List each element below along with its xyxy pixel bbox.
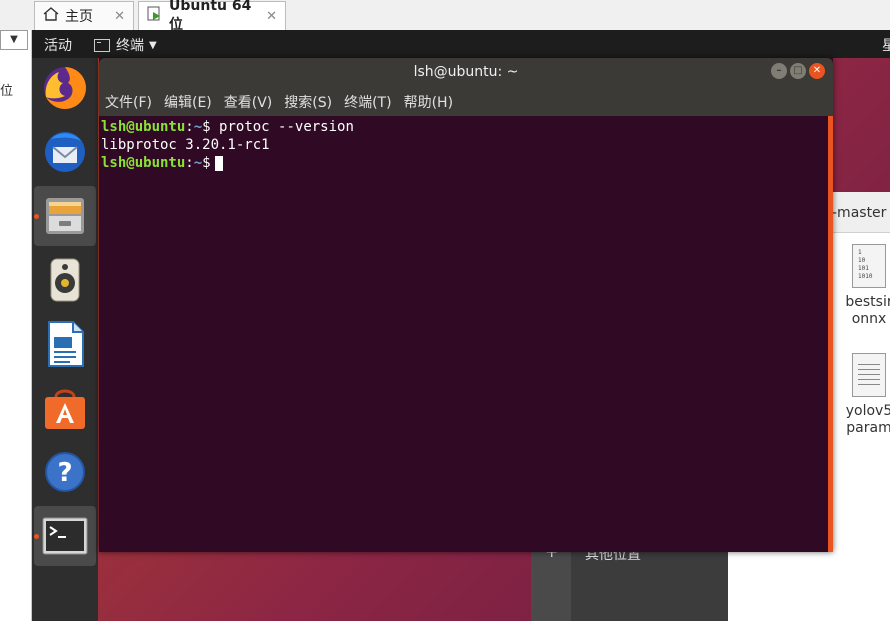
terminal-output[interactable]: lsh@ubuntu:~$ protoc --version libprotoc… [101, 118, 829, 550]
terminal-line: libprotoc 3.20.1-rc1 [101, 137, 270, 153]
dock-item-thunderbird[interactable] [34, 121, 96, 181]
host-left-panel: ▼ 位 [0, 30, 32, 621]
firefox-icon [44, 67, 86, 109]
chevron-down-icon: ▼ [149, 39, 157, 51]
terminal-scrollbar[interactable] [828, 116, 833, 552]
command-text: protoc --version [210, 119, 354, 135]
activities-button[interactable]: 活动 [44, 35, 72, 55]
chevron-down-icon[interactable]: ▼ [0, 30, 28, 50]
binary-file-icon: 1 10 101 1010 [852, 244, 886, 288]
menu-file[interactable]: 文件(F) [105, 88, 152, 116]
ubuntu-top-bar: 活动 终端 ▼ 星 [32, 30, 890, 58]
terminal-line: lsh@ubuntu:~$ protoc --version [101, 118, 829, 136]
running-indicator [34, 534, 39, 539]
file-item[interactable]: 1 10 101 1010 bestsir onnx [844, 244, 890, 328]
menu-view[interactable]: 查看(V) [224, 88, 273, 116]
svg-text:?: ? [57, 458, 72, 488]
bin-line: 1 [858, 249, 862, 256]
home-icon [43, 7, 59, 25]
prompt-symbol: $ [202, 119, 211, 135]
terminal-title: lsh@ubuntu: ~ [413, 64, 519, 80]
close-icon[interactable]: ✕ [809, 63, 825, 79]
vm-play-icon [147, 6, 163, 26]
help-icon: ? [45, 452, 85, 492]
dock-item-firefox[interactable] [34, 58, 96, 118]
prompt-symbol: $ [202, 155, 211, 171]
dock-item-files[interactable] [34, 186, 96, 246]
prompt-path: ~ [193, 155, 203, 171]
terminal-window[interactable]: lsh@ubuntu: ~ – □ ✕ 文件(F) 编辑(E) 查看(V) 搜索… [99, 58, 833, 552]
terminal-icon [42, 517, 88, 555]
running-indicator [34, 214, 39, 219]
bin-line: 1010 [858, 273, 873, 280]
clock-fragment[interactable]: 星 [882, 35, 890, 55]
window-controls: – □ ✕ [771, 63, 825, 79]
rhythmbox-icon [50, 258, 80, 302]
prompt-path: ~ [193, 119, 203, 135]
menu-search[interactable]: 搜索(S) [284, 88, 332, 116]
folder-title-fragment: -master [832, 205, 887, 221]
prompt-colon: : [185, 119, 194, 135]
dock-item-help[interactable]: ? [34, 442, 96, 502]
menu-edit[interactable]: 编辑(E) [164, 88, 212, 116]
file-item[interactable]: yolov5 param [844, 353, 890, 437]
terminal-titlebar[interactable]: lsh@ubuntu: ~ – □ ✕ [99, 58, 833, 88]
host-tab-ubuntu-label: Ubuntu 64 位 [169, 0, 252, 33]
host-tab-ubuntu[interactable]: Ubuntu 64 位 ✕ [138, 0, 286, 33]
close-icon[interactable]: ✕ [114, 9, 125, 24]
dock-item-writer[interactable] [34, 314, 96, 374]
terminal-menubar: 文件(F) 编辑(E) 查看(V) 搜索(S) 终端(T) 帮助(H) [99, 88, 833, 116]
dock-item-rhythmbox[interactable] [34, 250, 96, 310]
thunderbird-icon [45, 132, 85, 172]
ubuntu-dock: ? [32, 58, 98, 621]
file-name-line2: param [846, 420, 890, 436]
files-icon [46, 198, 84, 234]
close-icon[interactable]: ✕ [266, 9, 277, 24]
file-name-line1: bestsir [845, 294, 890, 310]
dock-item-terminal[interactable] [34, 506, 96, 566]
host-left-fragment: 位 [0, 84, 14, 99]
writer-icon [48, 321, 84, 367]
app-menu-label: 终端 [116, 38, 144, 54]
host-tab-home[interactable]: 主页 ✕ [34, 1, 134, 30]
bin-line: 101 [858, 265, 869, 272]
dock-item-software[interactable] [34, 378, 96, 438]
terminal-line: lsh@ubuntu:~$ [101, 154, 829, 172]
minimize-icon[interactable]: – [771, 63, 787, 79]
software-icon [45, 389, 85, 429]
menu-help[interactable]: 帮助(H) [404, 88, 453, 116]
maximize-icon[interactable]: □ [790, 63, 806, 79]
prompt-colon: : [185, 155, 194, 171]
file-name-line1: yolov5 [845, 403, 890, 419]
host-tab-home-label: 主页 [65, 9, 93, 25]
text-file-icon [852, 353, 886, 397]
host-tab-strip: 主页 ✕ Ubuntu 64 位 ✕ [0, 0, 890, 33]
menu-terminal[interactable]: 终端(T) [344, 88, 391, 116]
file-name-line2: onnx [851, 311, 887, 327]
app-menu-button[interactable]: 终端 ▼ [94, 35, 157, 55]
text-cursor [214, 156, 223, 171]
bin-line: 10 [858, 257, 866, 264]
prompt-user: lsh@ubuntu [101, 119, 186, 135]
terminal-small-icon [94, 38, 110, 52]
prompt-user: lsh@ubuntu [101, 155, 186, 171]
